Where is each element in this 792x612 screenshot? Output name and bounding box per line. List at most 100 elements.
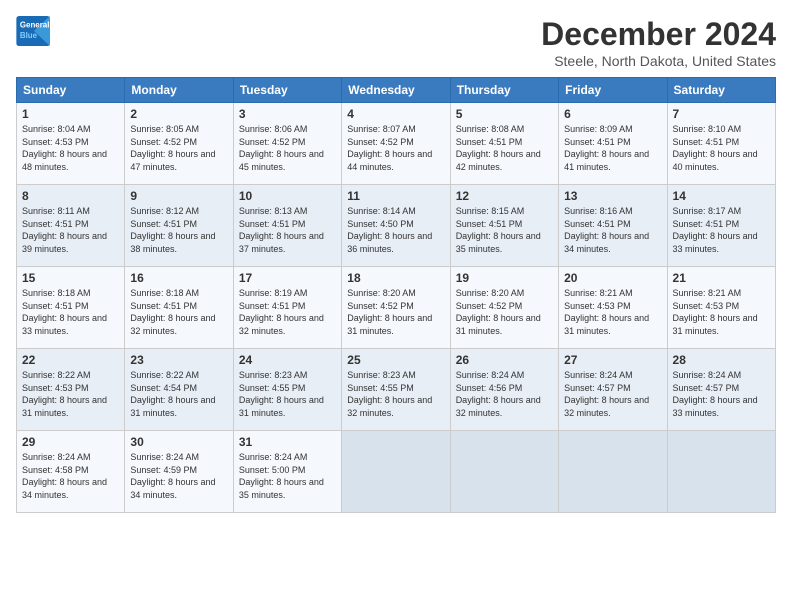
day-info: Sunrise: 8:24 AM Sunset: 4:57 PM Dayligh… xyxy=(564,369,661,419)
day-info: Sunrise: 8:18 AM Sunset: 4:51 PM Dayligh… xyxy=(130,287,227,337)
calendar-header-cell: Friday xyxy=(559,78,667,103)
day-info: Sunrise: 8:23 AM Sunset: 4:55 PM Dayligh… xyxy=(239,369,336,419)
calendar-day-cell: 30 Sunrise: 8:24 AM Sunset: 4:59 PM Dayli… xyxy=(125,431,233,513)
day-number: 24 xyxy=(239,353,336,367)
calendar-header-cell: Thursday xyxy=(450,78,558,103)
calendar-day-cell: 22 Sunrise: 8:22 AM Sunset: 4:53 PM Dayli… xyxy=(17,349,125,431)
calendar-day-cell: 16 Sunrise: 8:18 AM Sunset: 4:51 PM Dayli… xyxy=(125,267,233,349)
calendar-day-cell: 18 Sunrise: 8:20 AM Sunset: 4:52 PM Dayli… xyxy=(342,267,450,349)
logo-icon: General Blue xyxy=(16,16,52,46)
calendar-day-cell xyxy=(667,431,775,513)
calendar-table: SundayMondayTuesdayWednesdayThursdayFrid… xyxy=(16,77,776,513)
location-title: Steele, North Dakota, United States xyxy=(541,53,776,69)
day-info: Sunrise: 8:18 AM Sunset: 4:51 PM Dayligh… xyxy=(22,287,119,337)
calendar-day-cell: 20 Sunrise: 8:21 AM Sunset: 4:53 PM Dayli… xyxy=(559,267,667,349)
day-number: 5 xyxy=(456,107,553,121)
day-info: Sunrise: 8:20 AM Sunset: 4:52 PM Dayligh… xyxy=(347,287,444,337)
calendar-day-cell: 9 Sunrise: 8:12 AM Sunset: 4:51 PM Daylig… xyxy=(125,185,233,267)
title-block: December 2024 Steele, North Dakota, Unit… xyxy=(541,16,776,69)
calendar-day-cell: 7Sunrise: 8:10 AM Sunset: 4:51 PM Daylig… xyxy=(667,103,775,185)
day-info: Sunrise: 8:24 AM Sunset: 4:58 PM Dayligh… xyxy=(22,451,119,501)
day-info: Sunrise: 8:17 AM Sunset: 4:51 PM Dayligh… xyxy=(673,205,770,255)
day-number: 20 xyxy=(564,271,661,285)
day-info: Sunrise: 8:11 AM Sunset: 4:51 PM Dayligh… xyxy=(22,205,119,255)
day-number: 18 xyxy=(347,271,444,285)
day-number: 23 xyxy=(130,353,227,367)
day-number: 6 xyxy=(564,107,661,121)
day-info: Sunrise: 8:24 AM Sunset: 4:57 PM Dayligh… xyxy=(673,369,770,419)
calendar-header-cell: Wednesday xyxy=(342,78,450,103)
calendar-day-cell: 23 Sunrise: 8:22 AM Sunset: 4:54 PM Dayli… xyxy=(125,349,233,431)
day-info: Sunrise: 8:08 AM Sunset: 4:51 PM Dayligh… xyxy=(456,123,553,173)
day-number: 3 xyxy=(239,107,336,121)
calendar-day-cell: 17 Sunrise: 8:19 AM Sunset: 4:51 PM Dayli… xyxy=(233,267,341,349)
page-container: General Blue December 2024 Steele, North… xyxy=(0,0,792,521)
calendar-day-cell: 27 Sunrise: 8:24 AM Sunset: 4:57 PM Dayli… xyxy=(559,349,667,431)
day-number: 22 xyxy=(22,353,119,367)
calendar-week-row: 8 Sunrise: 8:11 AM Sunset: 4:51 PM Daylig… xyxy=(17,185,776,267)
calendar-day-cell xyxy=(342,431,450,513)
calendar-day-cell: 10 Sunrise: 8:13 AM Sunset: 4:51 PM Dayli… xyxy=(233,185,341,267)
day-number: 7 xyxy=(673,107,770,121)
calendar-week-row: 29Sunrise: 8:24 AM Sunset: 4:58 PM Dayli… xyxy=(17,431,776,513)
header: General Blue December 2024 Steele, North… xyxy=(16,16,776,69)
calendar-day-cell: 8 Sunrise: 8:11 AM Sunset: 4:51 PM Daylig… xyxy=(17,185,125,267)
calendar-day-cell: 4 Sunrise: 8:07 AM Sunset: 4:52 PM Daylig… xyxy=(342,103,450,185)
calendar-body: 1 Sunrise: 8:04 AM Sunset: 4:53 PM Daylig… xyxy=(17,103,776,513)
day-number: 4 xyxy=(347,107,444,121)
svg-text:Blue: Blue xyxy=(20,31,38,40)
calendar-day-cell: 2 Sunrise: 8:05 AM Sunset: 4:52 PM Daylig… xyxy=(125,103,233,185)
day-info: Sunrise: 8:24 AM Sunset: 4:59 PM Dayligh… xyxy=(130,451,227,501)
day-number: 30 xyxy=(130,435,227,449)
calendar-day-cell: 19Sunrise: 8:20 AM Sunset: 4:52 PM Dayli… xyxy=(450,267,558,349)
calendar-day-cell: 15Sunrise: 8:18 AM Sunset: 4:51 PM Dayli… xyxy=(17,267,125,349)
day-number: 14 xyxy=(673,189,770,203)
day-info: Sunrise: 8:12 AM Sunset: 4:51 PM Dayligh… xyxy=(130,205,227,255)
day-info: Sunrise: 8:09 AM Sunset: 4:51 PM Dayligh… xyxy=(564,123,661,173)
day-info: Sunrise: 8:19 AM Sunset: 4:51 PM Dayligh… xyxy=(239,287,336,337)
day-number: 25 xyxy=(347,353,444,367)
calendar-day-cell: 21 Sunrise: 8:21 AM Sunset: 4:53 PM Dayli… xyxy=(667,267,775,349)
day-number: 8 xyxy=(22,189,119,203)
calendar-day-cell: 28Sunrise: 8:24 AM Sunset: 4:57 PM Dayli… xyxy=(667,349,775,431)
day-info: Sunrise: 8:05 AM Sunset: 4:52 PM Dayligh… xyxy=(130,123,227,173)
day-number: 16 xyxy=(130,271,227,285)
month-title: December 2024 xyxy=(541,16,776,53)
day-number: 26 xyxy=(456,353,553,367)
day-number: 31 xyxy=(239,435,336,449)
calendar-header-cell: Saturday xyxy=(667,78,775,103)
day-number: 27 xyxy=(564,353,661,367)
day-info: Sunrise: 8:13 AM Sunset: 4:51 PM Dayligh… xyxy=(239,205,336,255)
day-info: Sunrise: 8:14 AM Sunset: 4:50 PM Dayligh… xyxy=(347,205,444,255)
day-info: Sunrise: 8:24 AM Sunset: 4:56 PM Dayligh… xyxy=(456,369,553,419)
calendar-header-cell: Tuesday xyxy=(233,78,341,103)
calendar-day-cell: 3Sunrise: 8:06 AM Sunset: 4:52 PM Daylig… xyxy=(233,103,341,185)
calendar-week-row: 15Sunrise: 8:18 AM Sunset: 4:51 PM Dayli… xyxy=(17,267,776,349)
calendar-day-cell: 13Sunrise: 8:16 AM Sunset: 4:51 PM Dayli… xyxy=(559,185,667,267)
day-number: 10 xyxy=(239,189,336,203)
calendar-day-cell: 5 Sunrise: 8:08 AM Sunset: 4:51 PM Daylig… xyxy=(450,103,558,185)
day-info: Sunrise: 8:07 AM Sunset: 4:52 PM Dayligh… xyxy=(347,123,444,173)
calendar-day-cell: 14 Sunrise: 8:17 AM Sunset: 4:51 PM Dayli… xyxy=(667,185,775,267)
day-number: 21 xyxy=(673,271,770,285)
calendar-day-cell: 29Sunrise: 8:24 AM Sunset: 4:58 PM Dayli… xyxy=(17,431,125,513)
day-info: Sunrise: 8:04 AM Sunset: 4:53 PM Dayligh… xyxy=(22,123,119,173)
calendar-header-cell: Sunday xyxy=(17,78,125,103)
calendar-day-cell: 26 Sunrise: 8:24 AM Sunset: 4:56 PM Dayli… xyxy=(450,349,558,431)
day-number: 17 xyxy=(239,271,336,285)
day-info: Sunrise: 8:21 AM Sunset: 4:53 PM Dayligh… xyxy=(564,287,661,337)
calendar-day-cell: 31Sunrise: 8:24 AM Sunset: 5:00 PM Dayli… xyxy=(233,431,341,513)
day-info: Sunrise: 8:22 AM Sunset: 4:54 PM Dayligh… xyxy=(130,369,227,419)
calendar-day-cell: 12Sunrise: 8:15 AM Sunset: 4:51 PM Dayli… xyxy=(450,185,558,267)
logo: General Blue xyxy=(16,16,52,46)
day-info: Sunrise: 8:21 AM Sunset: 4:53 PM Dayligh… xyxy=(673,287,770,337)
calendar-day-cell: 6 Sunrise: 8:09 AM Sunset: 4:51 PM Daylig… xyxy=(559,103,667,185)
day-number: 9 xyxy=(130,189,227,203)
day-info: Sunrise: 8:20 AM Sunset: 4:52 PM Dayligh… xyxy=(456,287,553,337)
day-info: Sunrise: 8:22 AM Sunset: 4:53 PM Dayligh… xyxy=(22,369,119,419)
calendar-header-row: SundayMondayTuesdayWednesdayThursdayFrid… xyxy=(17,78,776,103)
day-number: 2 xyxy=(130,107,227,121)
day-number: 1 xyxy=(22,107,119,121)
calendar-week-row: 22 Sunrise: 8:22 AM Sunset: 4:53 PM Dayli… xyxy=(17,349,776,431)
calendar-day-cell: 25Sunrise: 8:23 AM Sunset: 4:55 PM Dayli… xyxy=(342,349,450,431)
